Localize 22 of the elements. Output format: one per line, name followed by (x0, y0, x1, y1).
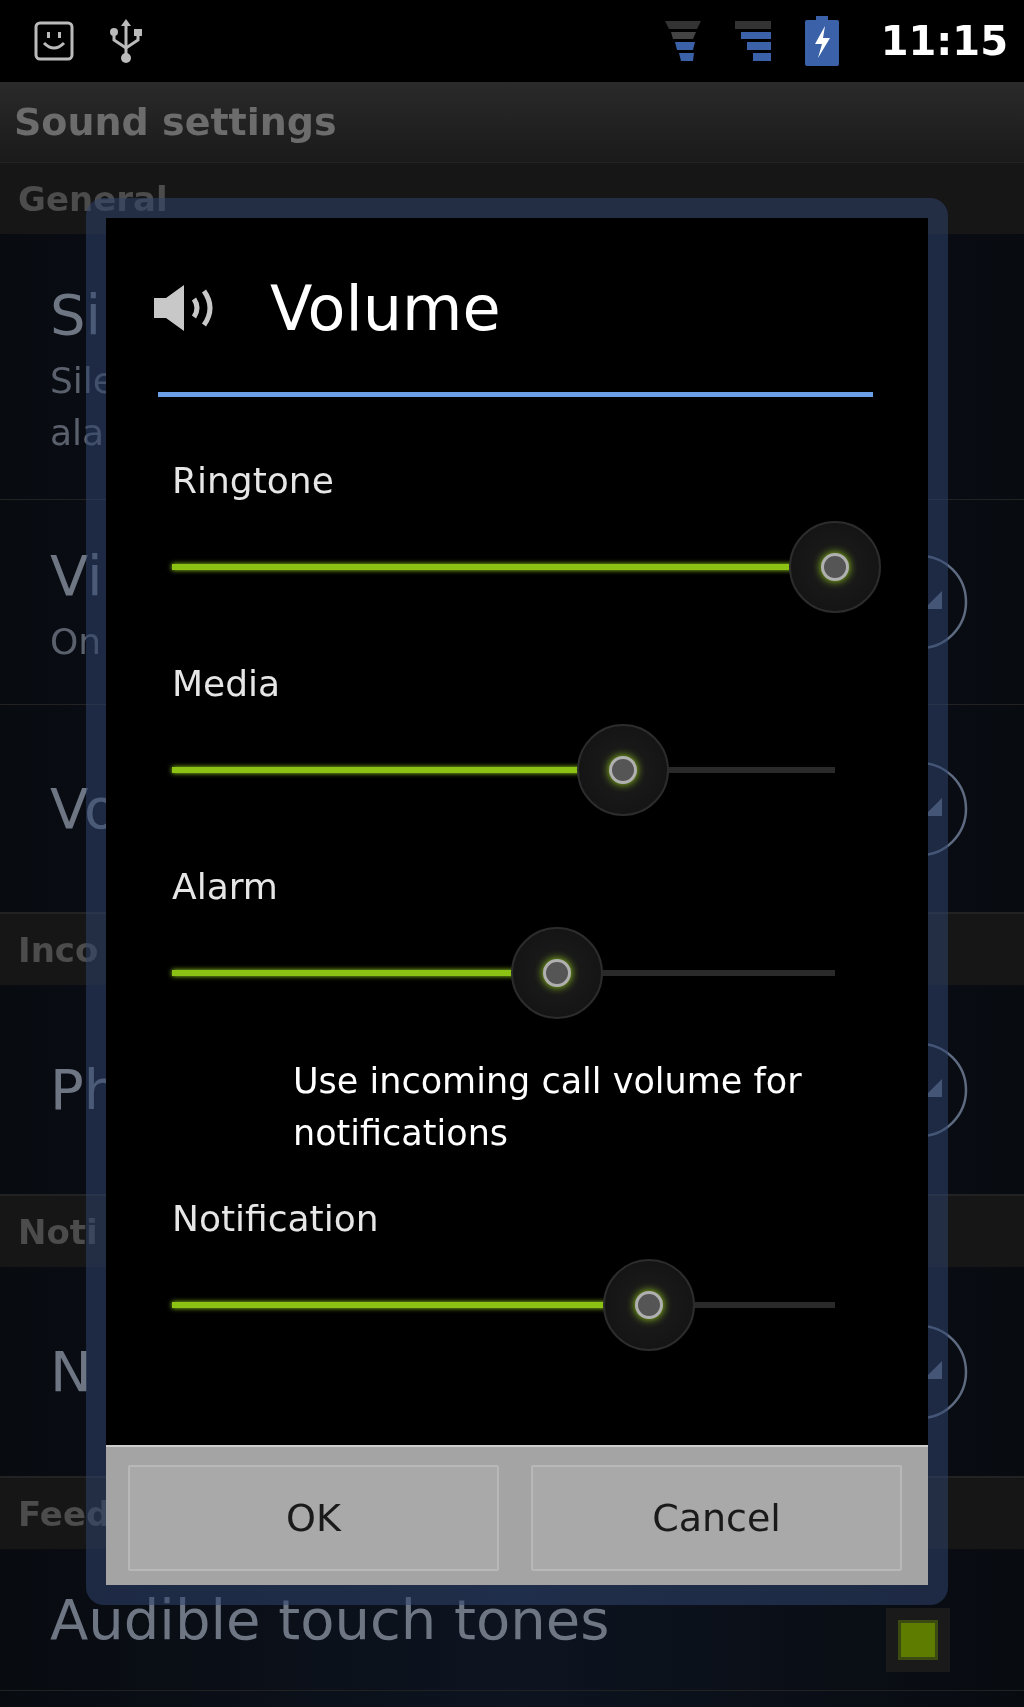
slider-label: Alarm (172, 865, 279, 909)
usb-icon (108, 18, 144, 64)
setting-title: N (50, 1337, 92, 1406)
screen-title: Sound settings (14, 100, 337, 144)
slider-label: Notification (172, 1197, 380, 1241)
setting-summary: On (50, 620, 102, 664)
wifi-icon (734, 19, 771, 63)
battery-icon (804, 16, 839, 66)
signal-icon (664, 19, 701, 63)
setting-summary: ala (50, 410, 105, 455)
clock-time: 11:15 (880, 18, 1008, 64)
dialog-button[interactable]: OK (128, 1465, 499, 1571)
dialog-button[interactable]: Cancel (531, 1465, 902, 1571)
slider-label: Ringtone (172, 459, 335, 503)
smiley-icon (34, 21, 74, 61)
option-label: Use incoming call volume for notifications (293, 1060, 803, 1155)
checkbox[interactable] (886, 1607, 950, 1672)
setting-title: Vi (50, 542, 103, 610)
slider-label: Media (172, 662, 282, 706)
setting-title: Audible touch tones (50, 1585, 610, 1654)
dialog-title: Volume (270, 271, 501, 345)
setting-title: Si (50, 280, 102, 349)
